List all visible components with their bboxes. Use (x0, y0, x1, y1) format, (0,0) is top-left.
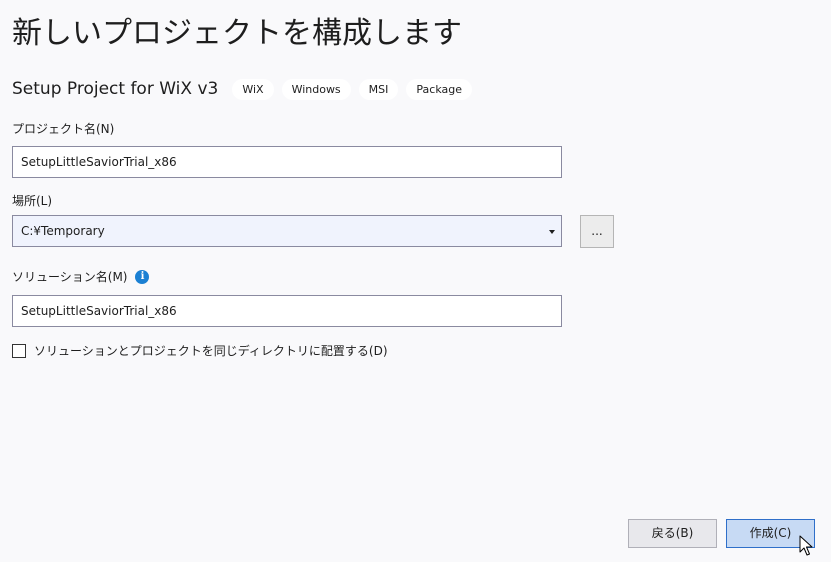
same-directory-checkbox[interactable] (12, 343, 26, 358)
location-combobox[interactable]: C:¥Temporary (12, 215, 562, 247)
browse-button[interactable]: ... (580, 215, 614, 248)
project-name-label: プロジェクト名(N) (12, 122, 115, 136)
location-label: 場所(L) (12, 194, 53, 208)
info-icon[interactable]: i (135, 269, 150, 284)
page-title: 新しいプロジェクトを構成します (12, 16, 462, 51)
same-directory-label[interactable]: ソリューションとプロジェクトを同じディレクトリに配置する(D) (34, 342, 388, 359)
template-name: Setup Project for WiX v3 (12, 79, 219, 99)
solution-name-label-row: ソリューション名(M) i (12, 268, 150, 285)
tag-package: Package (406, 78, 472, 100)
template-header: Setup Project for WiX v3 WiX Windows MSI… (12, 76, 480, 102)
solution-name-label: ソリューション名(M) (12, 270, 128, 284)
solution-name-input[interactable]: SetupLittleSaviorTrial_x86 (12, 295, 562, 327)
mouse-pointer-icon (799, 535, 813, 556)
project-name-input[interactable]: SetupLittleSaviorTrial_x86 (12, 146, 562, 178)
same-directory-option[interactable]: ソリューションとプロジェクトを同じディレクトリに配置する(D) (12, 342, 388, 359)
location-value: C:¥Temporary (21, 224, 105, 238)
back-button[interactable]: 戻る(B) (628, 519, 717, 548)
tag-wix: WiX (232, 78, 274, 100)
chevron-down-icon[interactable] (549, 230, 555, 234)
tag-msi: MSI (358, 78, 399, 100)
configure-project-page: 新しいプロジェクトを構成します Setup Project for WiX v3… (0, 0, 831, 562)
tag-windows: Windows (281, 78, 351, 100)
